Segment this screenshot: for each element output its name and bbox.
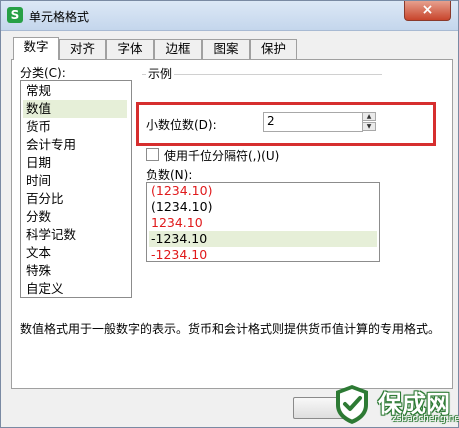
decimal-places-input[interactable]: 2 (263, 112, 363, 132)
spin-up-icon[interactable]: ▲ (362, 112, 376, 121)
negative-option[interactable]: (1234.10) (149, 199, 377, 215)
format-cells-dialog: S 单元格格式 × 数字 对齐 字体 边框 图案 保护 分类(C): 常规 数值… (0, 0, 459, 428)
tab-font[interactable]: 字体 (106, 39, 154, 59)
tab-strip: 数字 对齐 字体 边框 图案 保护 (13, 37, 453, 61)
window-title: 单元格格式 (29, 10, 90, 24)
category-item-accounting[interactable]: 会计专用 (23, 136, 127, 154)
negative-numbers-label: 负数(N): (146, 168, 193, 182)
category-item-number[interactable]: 数值 (23, 100, 127, 118)
category-item-special[interactable]: 特殊 (23, 262, 127, 280)
spin-down-icon[interactable]: ▼ (362, 122, 376, 131)
tab-border[interactable]: 边框 (154, 39, 202, 59)
category-item-date[interactable]: 日期 (23, 154, 127, 172)
tab-protection[interactable]: 保护 (250, 39, 297, 59)
watermark-url: zsbaocheng.net (392, 414, 459, 424)
tab-pattern[interactable]: 图案 (202, 39, 250, 59)
sample-groupbox (142, 74, 382, 100)
category-item-scientific[interactable]: 科学记数 (23, 226, 127, 244)
shield-check-icon (336, 385, 368, 424)
negative-option[interactable]: 1234.10 (149, 215, 377, 231)
negative-option[interactable]: -1234.10 (149, 247, 377, 263)
wps-app-icon: S (7, 7, 23, 23)
tab-alignment[interactable]: 对齐 (59, 39, 106, 59)
close-button[interactable]: × (404, 1, 451, 21)
number-tab-panel: 分类(C): 常规 数值 货币 会计专用 日期 时间 百分比 分数 科学记数 文… (11, 59, 453, 389)
watermark: 保成网 zsbaocheng.net (328, 379, 459, 428)
negative-numbers-list[interactable]: (1234.10) (1234.10) 1234.10 -1234.10 -12… (146, 182, 380, 262)
category-item-time[interactable]: 时间 (23, 172, 127, 190)
category-item-currency[interactable]: 货币 (23, 118, 127, 136)
format-description: 数值格式用于一般数字的表示。货币和会计格式则提供货币值计算的专用格式。 (20, 322, 441, 336)
decimal-places-label: 小数位数(D): (146, 118, 217, 132)
category-label: 分类(C): (20, 66, 66, 80)
title-bar: S 单元格格式 × (1, 1, 458, 31)
tab-number[interactable]: 数字 (13, 37, 59, 60)
category-item-general[interactable]: 常规 (23, 82, 127, 100)
thousands-separator-label: 使用千位分隔符(,)(U) (164, 149, 280, 163)
thousands-separator-checkbox[interactable] (146, 148, 159, 161)
negative-option[interactable]: (1234.10) (149, 183, 377, 199)
sample-label: 示例 (146, 65, 175, 82)
category-item-custom[interactable]: 自定义 (23, 280, 127, 298)
category-item-text[interactable]: 文本 (23, 244, 127, 262)
category-item-fraction[interactable]: 分数 (23, 208, 127, 226)
category-item-percentage[interactable]: 百分比 (23, 190, 127, 208)
category-list[interactable]: 常规 数值 货币 会计专用 日期 时间 百分比 分数 科学记数 文本 特殊 自定… (20, 80, 132, 298)
decimal-places-spinner: ▲ ▼ (362, 112, 376, 132)
negative-option-selected[interactable]: -1234.10 (149, 231, 377, 247)
